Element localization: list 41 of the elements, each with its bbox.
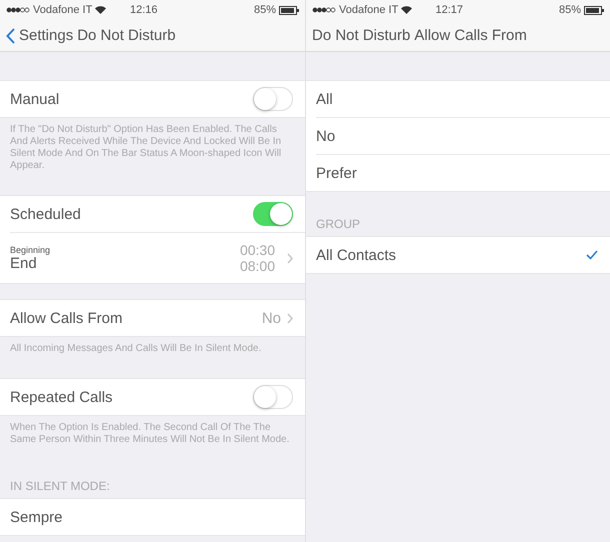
back-link[interactable]: Do Not Disturb [312,27,410,44]
list-option[interactable]: Prefer [316,154,610,191]
chevron-icon [287,252,293,264]
signal-icon [312,7,336,13]
status-time: 12:17 [435,4,464,16]
battery-icon [584,6,604,14]
section-footer: If The "Do Not Disturb" Option Has Been Enabled. The Calls And Alerts Received While The Device And Locked Will Be In Silent Mode And On The Bar Status A Moon-shaped Icon Will Appear. [0,118,305,180]
battery-percent: 85% [558,4,581,16]
section-header: GROUP [315,216,362,233]
list-option[interactable]: No [316,117,610,154]
signal-icon [6,7,30,13]
wifi-icon [95,6,106,14]
toggle-switch[interactable] [253,202,293,226]
end-time: 08:00 [240,258,275,274]
list-option[interactable]: Sempre [0,499,305,535]
wifi-icon [401,6,412,14]
allow-calls-row[interactable]: Allow Calls From No [0,300,305,336]
list-option[interactable]: All [306,81,610,117]
carrier-name: Vodafone IT [339,4,398,16]
setting-label: Scheduled [10,206,82,222]
start-time: 00:30 [240,242,275,258]
start-label: Beginning [10,244,52,254]
toggle-switch[interactable] [253,385,293,409]
setting-label: Manual [10,90,60,108]
battery-percent: 85% [254,4,276,16]
chevron-icon [287,312,293,324]
back-icon[interactable] [6,28,15,44]
section-footer: When The Option Is Enabled. The Second Call Of The The Same Person Within Three Minutes Will Not Be In Silent Mode. [0,416,305,454]
status-time: 12:16 [130,4,159,16]
back-link[interactable]: Settings [19,27,74,44]
carrier-name: Vodafone IT [33,4,92,16]
battery-icon [279,6,299,14]
setting-value: No [262,310,281,326]
section-header: IN SILENT MODE: [9,478,111,495]
section-footer: All Incoming Messages And Calls Will Be In Silent Mode. [0,337,305,363]
end-label: End [10,254,37,272]
nav-title: Allow Calls From [414,27,527,44]
list-option[interactable]: All Contacts [306,237,610,273]
setting-label: Repeated Calls [10,388,114,406]
nav-title: Do Not Disturb [77,27,176,44]
toggle-switch[interactable] [253,87,293,111]
